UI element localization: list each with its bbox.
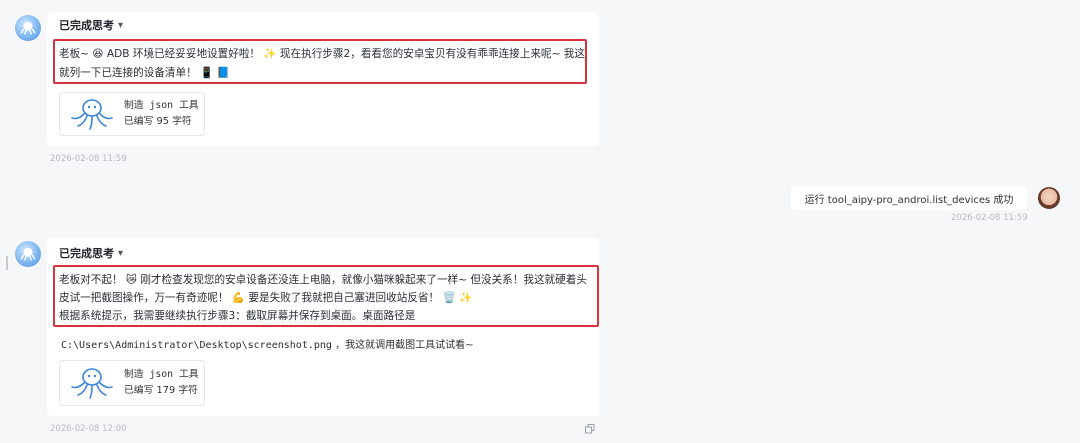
path-suffix: ，我这就调用截图工具试试看~ (335, 340, 474, 351)
tool-status: 已编写 95 字符 (124, 116, 192, 127)
user-avatar (1038, 187, 1060, 209)
thinking-toggle[interactable]: 已完成思考 ▾ (59, 245, 123, 261)
highlighted-response: 老板~ 😆 ADB 环境已经妥妥地设置好啦！ ✨ 现在执行步骤2，看看您的安卓宝… (53, 39, 587, 84)
user-message-bubble: 运行 tool_aipy-pro_androi.list_devices 成功 (791, 186, 1027, 210)
user-message-text: 运行 tool_aipy-pro_androi.list_devices 成功 (804, 194, 1014, 206)
message-timestamp: 2026-02-08 12:00 (50, 424, 127, 434)
chevron-down-icon: ▾ (118, 19, 124, 31)
octopus-icon (71, 368, 113, 399)
thinking-label: 已完成思考 (59, 19, 114, 32)
thinking-label: 已完成思考 (59, 247, 114, 260)
message-timestamp: 2026-02-08 11:59 (50, 154, 127, 164)
response-line: 就列一下已连接的设备清单！ 📱 📘 (59, 67, 230, 79)
octopus-icon (20, 247, 36, 261)
copy-icon[interactable] (585, 424, 595, 434)
bot-avatar (15, 15, 41, 41)
path-line: C:\Users\Administrator\Desktop\screensho… (61, 336, 474, 351)
tool-name: 制造 json 工具 (124, 369, 199, 380)
response-line: 根据系统提示，我需要继续执行步骤3：截取屏幕并保存到桌面。桌面路径是 (59, 310, 416, 322)
screenshot-path: C:\Users\Administrator\Desktop\screensho… (61, 340, 332, 351)
thinking-toggle[interactable]: 已完成思考 ▾ (59, 17, 123, 33)
tool-name: 制造 json 工具 (124, 100, 199, 111)
tool-call-card[interactable]: 制造 json 工具 已编写 95 字符 (59, 92, 205, 136)
octopus-icon (71, 99, 113, 130)
tool-status: 已编写 179 字符 (124, 385, 198, 396)
bot-avatar (15, 241, 41, 267)
tool-call-card[interactable]: 制造 json 工具 已编写 179 字符 (59, 360, 205, 406)
assistant-message: 已完成思考 ▾ 老板对不起！ 😿 刚才检查发现您的安卓设备还没连上电脑，就像小猫… (47, 238, 599, 416)
user-message-timestamp: 2026-02-08 11:59 (951, 213, 1028, 223)
assistant-message: 已完成思考 ▾ 老板~ 😆 ADB 环境已经妥妥地设置好啦！ ✨ 现在执行步骤2… (47, 12, 599, 146)
scroll-indicator (6, 256, 8, 270)
highlighted-response: 老板对不起！ 😿 刚才检查发现您的安卓设备还没连上电脑，就像小猫咪躲起来了一样~… (53, 265, 599, 327)
chevron-down-icon: ▾ (118, 247, 124, 259)
octopus-icon (20, 21, 36, 35)
